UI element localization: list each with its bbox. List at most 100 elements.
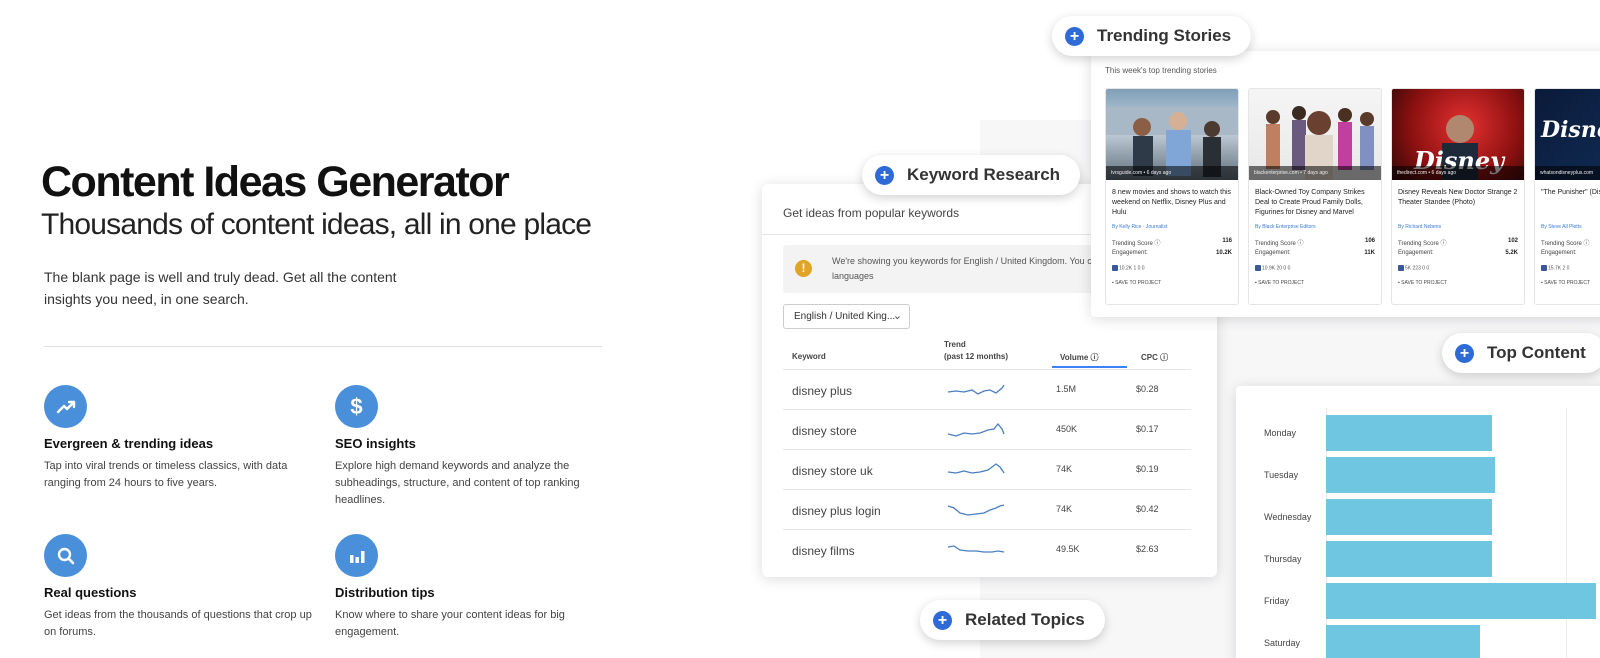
story-card[interactable]: blackenterprise.com • 7 days ago Black-O… [1248, 88, 1382, 305]
table-row[interactable]: disney store 450K $0.17 [783, 409, 1191, 449]
story-author[interactable]: By Steve All Pletts [1535, 220, 1600, 238]
table-row[interactable]: disney films 49.5K $2.63 [783, 529, 1191, 569]
engagement: Engagement: 11K [1255, 250, 1375, 262]
story-image: Disney+ whatsondisneyplus.com [1535, 89, 1600, 180]
share-counts-text: 5K 223 0 0 [1405, 265, 1430, 272]
table-row[interactable]: disney store uk 74K $0.19 [783, 449, 1191, 489]
feature-description: Tap into viral trends or timeless classi… [44, 460, 288, 489]
story-card[interactable]: Disney thedirect.com • 6 days ago Disney… [1391, 88, 1525, 305]
pill-label: Top Content [1487, 343, 1586, 362]
share-counts-text: 10.2K 1 0 0 [1119, 265, 1145, 272]
feature-questions: Real questions Get ideas from the thousa… [44, 534, 314, 641]
plus-icon: + [933, 610, 952, 630]
trending-score-label: Trending Score ⓘ [1541, 241, 1590, 247]
feature-seo: $ SEO insights Explore high demand keywo… [335, 385, 605, 509]
feature-evergreen: Evergreen & trending ideas Tap into vira… [44, 385, 314, 492]
volume-cell: 49.5K [1056, 544, 1080, 554]
trend-sparkline [946, 498, 1006, 527]
trending-score-value: 116 [1222, 238, 1232, 244]
locale-select[interactable]: English / United King... ⌄ [783, 304, 910, 329]
search-icon [44, 534, 87, 577]
feature-description: Explore high demand keywords and analyze… [335, 460, 580, 506]
engagement: Engagement: [1541, 250, 1600, 262]
keyword-cell: disney plus login [792, 504, 881, 518]
column-header-keyword[interactable]: Keyword [792, 352, 826, 361]
trending-score-value: 106 [1364, 238, 1375, 244]
pill-label: Related Topics [965, 610, 1085, 629]
feature-title: SEO insights [335, 436, 416, 451]
share-counts: 10.2K 1 0 0 [1112, 265, 1232, 277]
story-source: whatsondisneyplus.com [1535, 166, 1600, 180]
volume-cell: 74K [1056, 464, 1073, 474]
story-title[interactable]: Disney Reveals New Doctor Strange 2 Thea… [1392, 180, 1524, 220]
trending-score: Trending Score ⓘ 116 [1112, 238, 1232, 250]
story-author[interactable]: By Black Enterprise Editors [1249, 220, 1381, 238]
page-subtitle: Thousands of content ideas, all in one p… [41, 208, 592, 241]
trending-up-icon [44, 385, 87, 428]
top-content-pill[interactable]: + Top Content [1442, 333, 1600, 373]
save-to-project-button[interactable]: ▪ SAVE TO PROJECT [1255, 280, 1375, 286]
bar-thursday [1326, 541, 1492, 577]
day-label-wednesday: Wednesday [1264, 512, 1312, 522]
plus-icon: + [875, 165, 894, 185]
trending-subtitle: This week's top trending stories [1105, 66, 1217, 75]
trend-sparkline [946, 538, 1006, 567]
sort-indicator [1052, 366, 1127, 368]
story-author[interactable]: By Kelly Rice · Journalist [1106, 220, 1238, 238]
share-counts-text: 15.7K 2 0 [1548, 265, 1570, 272]
column-header-volume[interactable]: Volume ⓘ [1060, 352, 1099, 363]
story-title[interactable]: "The Punisher" (Disney+ | What's [1535, 180, 1600, 220]
day-label-thursday: Thursday [1264, 554, 1302, 564]
facebook-icon [1255, 265, 1261, 271]
story-source: tvrsguide.com • 6 days ago [1106, 166, 1238, 180]
trend-sparkline [946, 458, 1006, 487]
cpc-cell: $0.19 [1136, 464, 1159, 474]
day-label-saturday: Saturday [1264, 638, 1301, 648]
story-card[interactable]: Disney+ whatsondisneyplus.com "The Punis… [1534, 88, 1600, 305]
facebook-icon [1112, 265, 1118, 271]
trending-stories-pill[interactable]: + Trending Stories [1052, 16, 1252, 56]
column-header-cpc[interactable]: CPC ⓘ [1141, 352, 1168, 363]
day-label-friday: Friday [1264, 596, 1290, 606]
feature-title: Real questions [44, 585, 137, 600]
keyword-card-heading: Get ideas from popular keywords [783, 206, 960, 220]
warning-icon: ! [795, 260, 812, 277]
save-to-project-button[interactable]: ▪ SAVE TO PROJECT [1112, 280, 1232, 286]
keyword-research-pill[interactable]: + Keyword Research [862, 155, 1081, 195]
story-card[interactable]: tvrsguide.com • 6 days ago 8 new movies … [1105, 88, 1239, 305]
bar-saturday [1326, 625, 1480, 658]
engagement-label: Engagement: [1398, 250, 1434, 256]
bar-monday [1326, 415, 1492, 451]
engagement-value: 11K [1364, 250, 1375, 256]
section-divider [44, 346, 602, 347]
save-label: SAVE TO PROJECT [1401, 280, 1448, 286]
trending-score-label: Trending Score ⓘ [1112, 241, 1161, 247]
save-to-project-button[interactable]: ▪ SAVE TO PROJECT [1541, 280, 1600, 286]
table-row[interactable]: disney plus 1.5M $0.28 [783, 369, 1191, 409]
day-label-monday: Monday [1264, 428, 1297, 438]
save-label: SAVE TO PROJECT [1115, 280, 1162, 286]
feature-distribution: Distribution tips Know where to share yo… [335, 534, 605, 641]
save-to-project-button[interactable]: ▪ SAVE TO PROJECT [1398, 280, 1518, 286]
save-label: SAVE TO PROJECT [1258, 280, 1305, 286]
column-header-trend: Trend [944, 340, 966, 349]
related-topics-pill[interactable]: + Related Topics [920, 600, 1105, 640]
plus-icon: + [1455, 343, 1474, 363]
trending-score: Trending Score ⓘ 106 [1255, 238, 1375, 250]
story-image: blackenterprise.com • 7 days ago [1249, 89, 1381, 180]
story-source: thedirect.com • 6 days ago [1392, 166, 1524, 180]
story-title[interactable]: Black-Owned Toy Company Strikes Deal to … [1249, 180, 1381, 220]
table-row[interactable]: disney plus login 74K $0.42 [783, 489, 1191, 529]
story-image: Disney thedirect.com • 6 days ago [1392, 89, 1524, 180]
story-title[interactable]: 8 new movies and shows to watch this wee… [1106, 180, 1238, 220]
locale-select-value: English / United King... [794, 311, 896, 322]
day-label-tuesday: Tuesday [1264, 470, 1299, 480]
story-author[interactable]: By Richard Nebens [1392, 220, 1524, 238]
volume-cell: 1.5M [1056, 384, 1077, 394]
share-counts: 5K 223 0 0 [1398, 265, 1518, 277]
trending-score: Trending Score ⓘ [1541, 238, 1600, 250]
column-header-trend-period: (past 12 months) [944, 352, 1009, 361]
bar-chart-icon [335, 534, 378, 577]
feature-title: Evergreen & trending ideas [44, 436, 214, 451]
bar-friday [1326, 583, 1596, 619]
